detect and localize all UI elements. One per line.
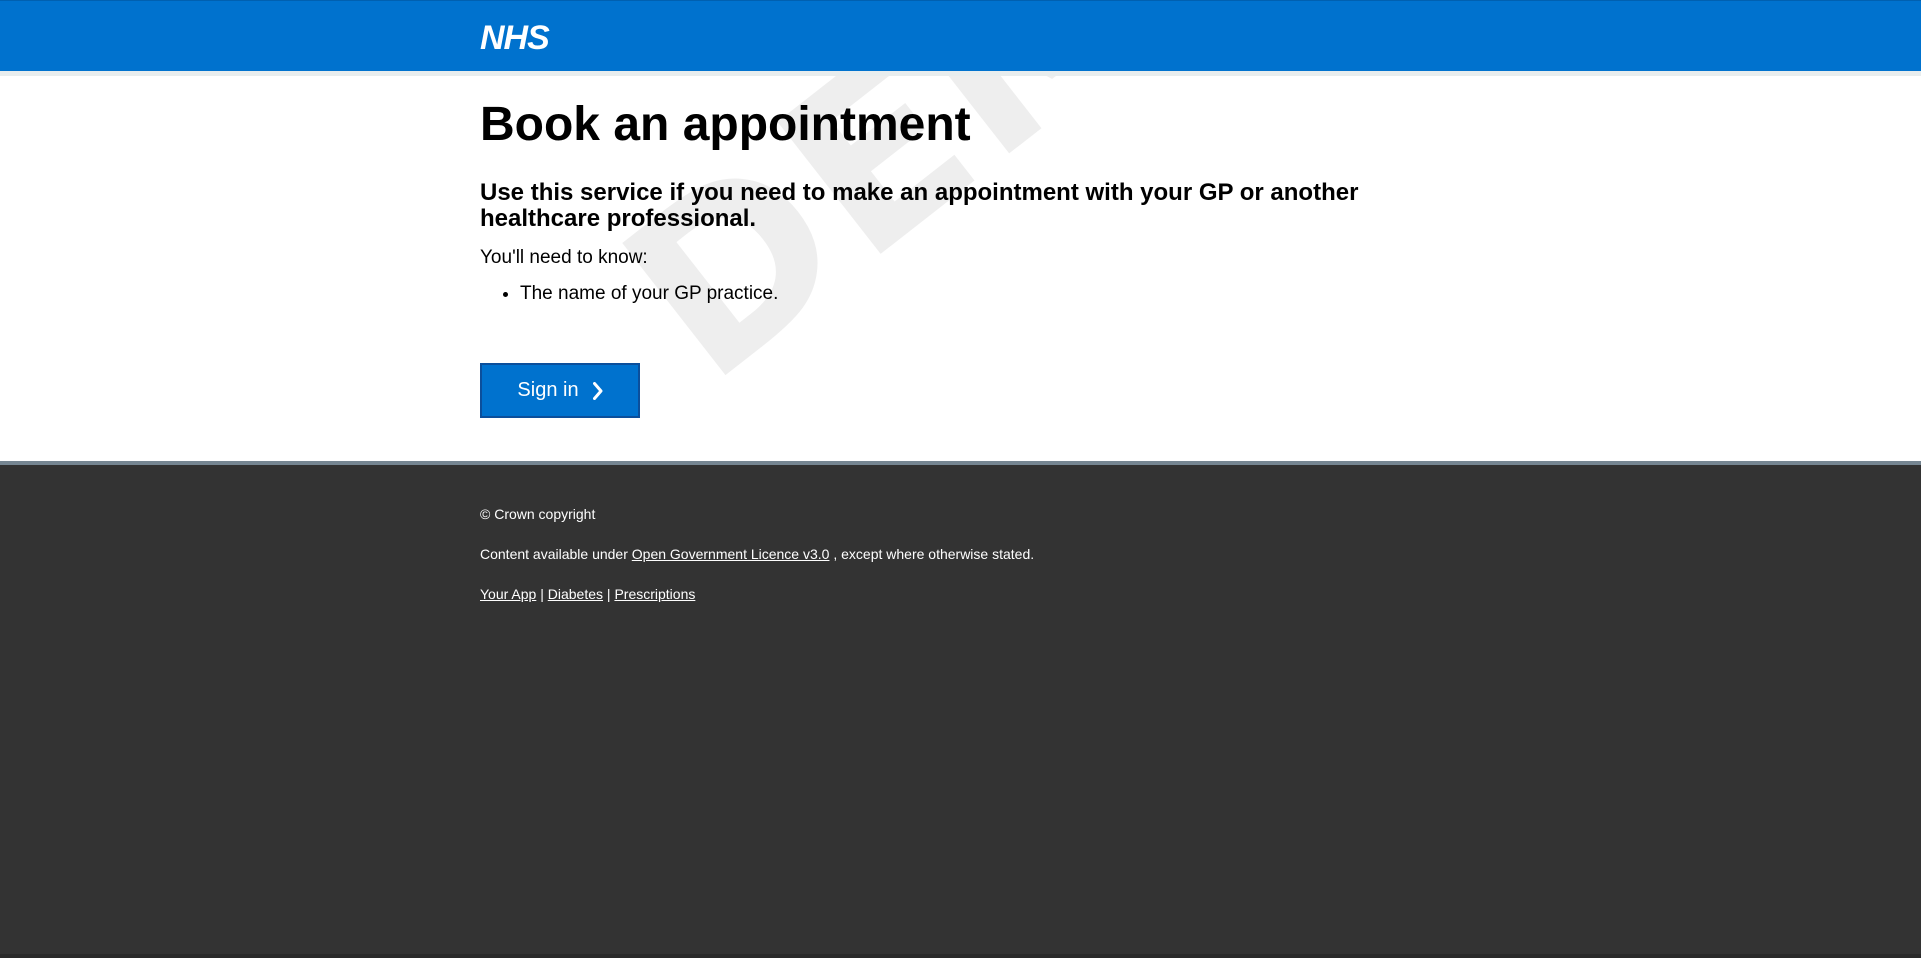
list-item: The name of your GP practice.	[520, 282, 1440, 306]
sign-in-label: Sign in	[517, 379, 579, 401]
licence-link[interactable]: Open Government Licence v3.0	[632, 546, 830, 562]
footer-link-diabetes[interactable]: Diabetes	[548, 586, 603, 602]
site-footer: © Crown copyright Content available unde…	[480, 505, 1034, 625]
footer-link-your-app[interactable]: Your App	[480, 586, 536, 602]
footer-separator: |	[540, 586, 544, 602]
need-to-know-list: The name of your GP practice.	[480, 282, 1440, 306]
chevron-right-icon	[592, 381, 603, 400]
footer-divider	[0, 461, 1921, 465]
footer-link-prescriptions[interactable]: Prescriptions	[614, 586, 695, 602]
licence-prefix: Content available under	[480, 546, 632, 562]
taskbar-strip	[0, 954, 1921, 958]
need-to-know-text: You'll need to know:	[480, 246, 648, 268]
page-lede: Use this service if you need to make an …	[480, 178, 1359, 232]
site-header: NHS	[0, 0, 1921, 71]
content-column: Book an appointment Use this service if …	[480, 76, 1440, 418]
footer-separator: |	[606, 586, 611, 602]
licence-suffix: , except where otherwise stated.	[829, 546, 1035, 562]
main-content: DEMO Book an appointment Use this servic…	[0, 71, 1921, 461]
copyright-text: © Crown copyright	[480, 506, 596, 522]
page-title: Book an appointment	[480, 98, 971, 151]
sign-in-button[interactable]: Sign in	[480, 363, 640, 418]
footer-links: Your App | Diabetes | Prescriptions	[480, 585, 1034, 603]
nhs-logo[interactable]: NHS	[480, 21, 550, 55]
licence-text: Content available under Open Government …	[480, 545, 1034, 563]
